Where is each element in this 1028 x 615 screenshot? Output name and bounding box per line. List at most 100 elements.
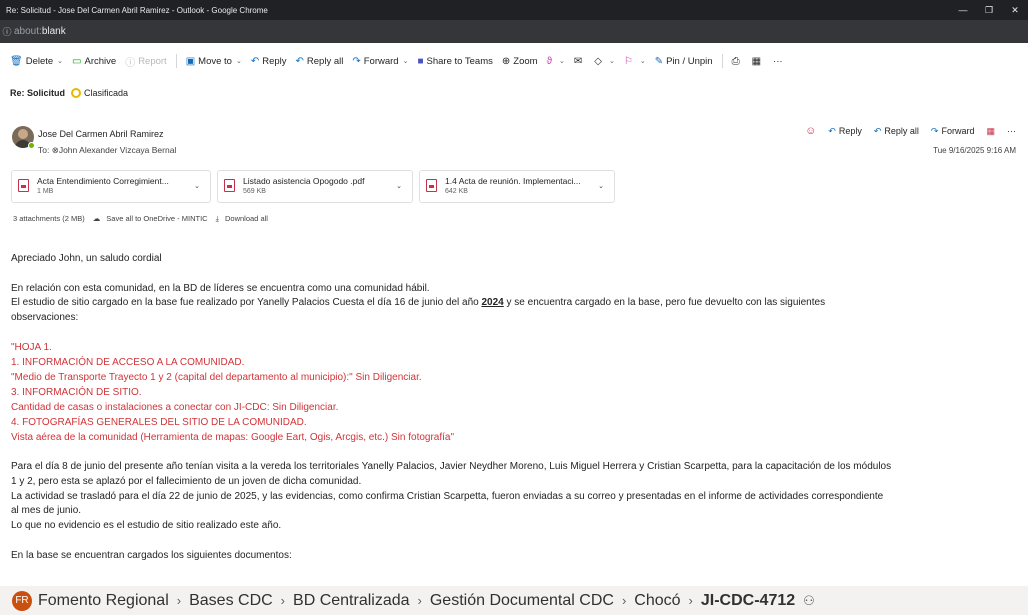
reply-action[interactable]: ↶ Reply xyxy=(828,126,862,137)
chevron-down-icon[interactable]: ⌄ xyxy=(396,182,402,190)
reply-button[interactable]: ↶ Reply xyxy=(251,56,287,67)
download-icon: ⤓ xyxy=(215,214,219,223)
body-paragraph-line: Para el día 8 de junio del presente año … xyxy=(11,461,892,472)
attachments-summary: 3 attachments (2 MB) ☁ Save all to OneDri… xyxy=(13,214,274,224)
shield-icon: ⓘ xyxy=(125,57,136,69)
chevron-down-icon[interactable]: ⌄ xyxy=(403,57,409,65)
chevron-down-icon[interactable]: ⌄ xyxy=(609,57,615,65)
chevron-down-icon[interactable]: ⌄ xyxy=(194,182,200,190)
body-paragraph-line: La actividad se trasladó para el día 22 … xyxy=(11,491,884,502)
more-actions-button[interactable]: ··· xyxy=(1007,126,1016,136)
report-button[interactable]: ⓘ Report xyxy=(125,54,167,69)
reply-all-icon: ↶ xyxy=(295,55,304,67)
pin-unpin-button[interactable]: ✎ Pin / Unpin xyxy=(655,56,713,67)
attachment-name: 1.4 Acta de reunión. Implementaci... xyxy=(445,176,581,186)
forward-button[interactable]: ↷ Forward ⌄ xyxy=(352,56,408,67)
highlighter-icon: ϑ xyxy=(546,55,553,67)
save-to-onedrive-link[interactable]: Save all to OneDrive - MINTIC xyxy=(106,214,207,223)
attachment-card[interactable]: 1.4 Acta de reunión. Implementaci... 642… xyxy=(419,170,615,203)
subject-text: Re: Solicitud xyxy=(10,88,66,98)
message-toolbar: 🗑 Delete ⌄ ▭ Archive ⓘ Report ▣ Move to ⌄ ↶ Rep… xyxy=(0,50,1028,72)
toolbar-divider xyxy=(175,54,177,68)
pdf-icon xyxy=(426,179,437,192)
sender-name[interactable]: Jose Del Carmen Abril Ramirez xyxy=(38,129,164,139)
tag-icon: ◇ xyxy=(594,55,602,67)
move-to-button[interactable]: ▣ Move to ⌄ xyxy=(186,56,242,67)
url-text[interactable]: about:blank xyxy=(14,26,66,37)
attachment-card[interactable]: Acta Entendimiento Corregimient... 1 MB … xyxy=(11,170,211,203)
close-button[interactable]: ✕ xyxy=(1002,5,1028,16)
message-actions: ☺ ↶ Reply ↶ Reply all ↷ Forward ▦ ··· xyxy=(805,125,1016,137)
body-paragraph-line: 1 y 2, pero esta se aplazó por el fallec… xyxy=(11,476,362,487)
print-button[interactable]: ⎙ xyxy=(732,56,743,67)
chevron-right-icon: › xyxy=(417,593,422,608)
pdf-icon xyxy=(224,179,235,192)
attachment-size: 569 KB xyxy=(243,188,266,195)
apps-icon: ▦ xyxy=(751,55,762,67)
archive-button[interactable]: ▭ Archive xyxy=(72,56,116,67)
reply-all-button[interactable]: ↶ Reply all xyxy=(296,56,344,67)
breadcrumb-item[interactable]: Fomento Regional xyxy=(38,592,169,610)
chevron-right-icon: › xyxy=(621,593,627,608)
observation-line: "HOJA 1. xyxy=(11,342,52,353)
chevron-down-icon[interactable]: ⌄ xyxy=(236,57,242,65)
share-to-teams-button[interactable]: ■ Share to Teams xyxy=(417,56,492,67)
flag-button[interactable]: ϑ ⌄ xyxy=(547,56,565,67)
move-folder-icon: ▣ xyxy=(185,55,196,67)
observation-line: "Medio de Transporte Trayecto 1 y 2 (cap… xyxy=(11,372,422,383)
zoom-button[interactable]: ⊕ Zoom xyxy=(502,56,538,67)
window-controls: — ❐ ✕ xyxy=(950,0,1028,20)
breadcrumb-item[interactable]: Gestión Documental CDC xyxy=(430,592,614,610)
breadcrumb-item[interactable]: Bases CDC xyxy=(189,592,273,610)
mark-read-button[interactable]: ✉ xyxy=(574,56,585,67)
minimize-button[interactable]: — xyxy=(950,5,976,15)
breadcrumb: FR Fomento Regional › Bases CDC › BD Cen… xyxy=(0,586,1028,615)
printer-icon: ⎙ xyxy=(731,55,740,67)
zoom-icon: ⊕ xyxy=(501,55,511,67)
address-bar[interactable]: ⓘ about:blank xyxy=(0,20,1028,43)
chevron-down-icon[interactable]: ⌄ xyxy=(57,57,63,65)
message-subject: Re: Solicitud Clasificada xyxy=(10,88,128,98)
attachment-size: 642 KB xyxy=(445,188,468,195)
restore-button[interactable]: ❐ xyxy=(976,5,1002,16)
reaction-smile-icon[interactable]: ☺ xyxy=(805,125,816,137)
body-paragraph-line: El estudio de sitio cargado en la base f… xyxy=(11,297,826,308)
archive-icon: ▭ xyxy=(72,55,82,67)
breadcrumb-item[interactable]: BD Centralizada xyxy=(293,592,410,610)
breadcrumb-current: JI-CDC-4712 xyxy=(700,591,796,609)
reply-all-icon: ↶ xyxy=(873,125,882,136)
chevron-right-icon: › xyxy=(280,593,286,608)
chevron-right-icon: › xyxy=(688,593,693,608)
attachments-count: 3 attachments (2 MB) xyxy=(13,214,85,223)
chevron-down-icon[interactable]: ⌄ xyxy=(598,182,604,190)
delete-button[interactable]: 🗑 Delete ⌄ xyxy=(10,56,63,67)
presence-indicator xyxy=(28,142,35,149)
window-title: Re: Solicitud - Jose Del Carmen Abril Ra… xyxy=(6,5,268,15)
pdf-icon xyxy=(18,179,29,192)
apps-action[interactable]: ▦ xyxy=(986,126,995,137)
apps-button[interactable]: ▦ xyxy=(752,56,764,67)
site-badge: FR xyxy=(12,590,32,611)
recipient-line[interactable]: To: ⊗John Alexander Vizcaya Bernal xyxy=(38,145,176,156)
breadcrumb-item[interactable]: Chocó xyxy=(634,592,680,610)
attachment-card[interactable]: Listado asistencia Opogodo .pdf 569 KB ⌄ xyxy=(217,170,413,203)
browser-title-bar: Re: Solicitud - Jose Del Carmen Abril Ra… xyxy=(0,0,1028,20)
tag-button[interactable]: ◇ ⌄ xyxy=(594,56,615,67)
chevron-right-icon: › xyxy=(176,593,182,608)
teams-icon: ■ xyxy=(417,55,424,67)
forward-action[interactable]: ↷ Forward xyxy=(931,126,975,137)
flag-menu-button[interactable]: ⚐ ⌄ xyxy=(624,56,646,67)
envelope-icon: ✉ xyxy=(573,55,583,67)
people-icon[interactable]: ⚇ xyxy=(803,593,815,609)
body-paragraph-line: observaciones: xyxy=(11,312,79,323)
download-all-link[interactable]: Download all xyxy=(225,214,268,223)
more-options-button[interactable]: ··· xyxy=(773,56,783,67)
pin-icon: ✎ xyxy=(654,55,664,67)
attachment-name: Acta Entendimiento Corregimient... xyxy=(37,176,169,186)
chevron-down-icon[interactable]: ⌄ xyxy=(559,57,565,65)
forward-icon: ↷ xyxy=(352,55,361,67)
info-icon[interactable]: ⓘ xyxy=(0,25,14,38)
observation-line: Cantidad de casas o instalaciones a cone… xyxy=(11,402,339,413)
chevron-down-icon[interactable]: ⌄ xyxy=(640,57,646,65)
reply-all-action[interactable]: ↶ Reply all xyxy=(874,126,919,137)
